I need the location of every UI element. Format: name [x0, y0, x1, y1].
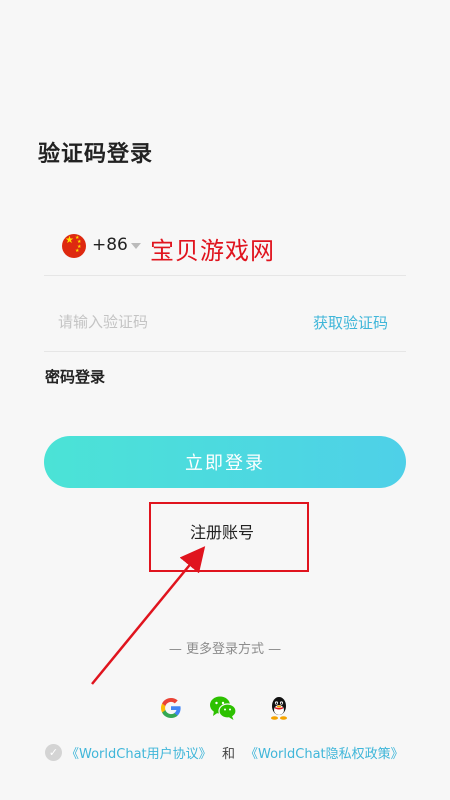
verification-code-row: 获取验证码 [44, 298, 406, 352]
qq-icon[interactable] [265, 694, 293, 722]
china-flag-icon[interactable]: ★ ★ ★ ★ ★ [62, 234, 86, 258]
agreement-check-icon[interactable]: ✓ [45, 744, 62, 761]
agreement-conjunction: 和 [222, 747, 236, 762]
privacy-policy-link[interactable]: 《WorldChat隐私权政策》 [245, 743, 404, 762]
chevron-down-icon[interactable] [131, 243, 141, 249]
annotation-arrow [91, 546, 206, 685]
user-agreement-link[interactable]: 《WorldChat用户协议》 [66, 743, 212, 762]
country-code[interactable]: +86 [92, 235, 128, 255]
wechat-icon[interactable] [209, 694, 237, 722]
google-icon[interactable] [157, 694, 185, 722]
password-login-link[interactable]: 密码登录 [45, 366, 105, 387]
phone-number-row[interactable]: ★ ★ ★ ★ ★ +86 宝贝游戏网 [44, 222, 406, 276]
register-account-link[interactable]: 注册账号 [190, 519, 254, 543]
more-login-methods-label: — 更多登录方式 — [168, 642, 282, 657]
get-code-button[interactable]: 获取验证码 [313, 312, 388, 333]
login-button[interactable]: 立即登录 [44, 436, 406, 488]
verification-code-input[interactable] [58, 308, 278, 336]
page-title: 验证码登录 [38, 142, 154, 167]
watermark-text: 宝贝游戏网 [150, 237, 275, 265]
